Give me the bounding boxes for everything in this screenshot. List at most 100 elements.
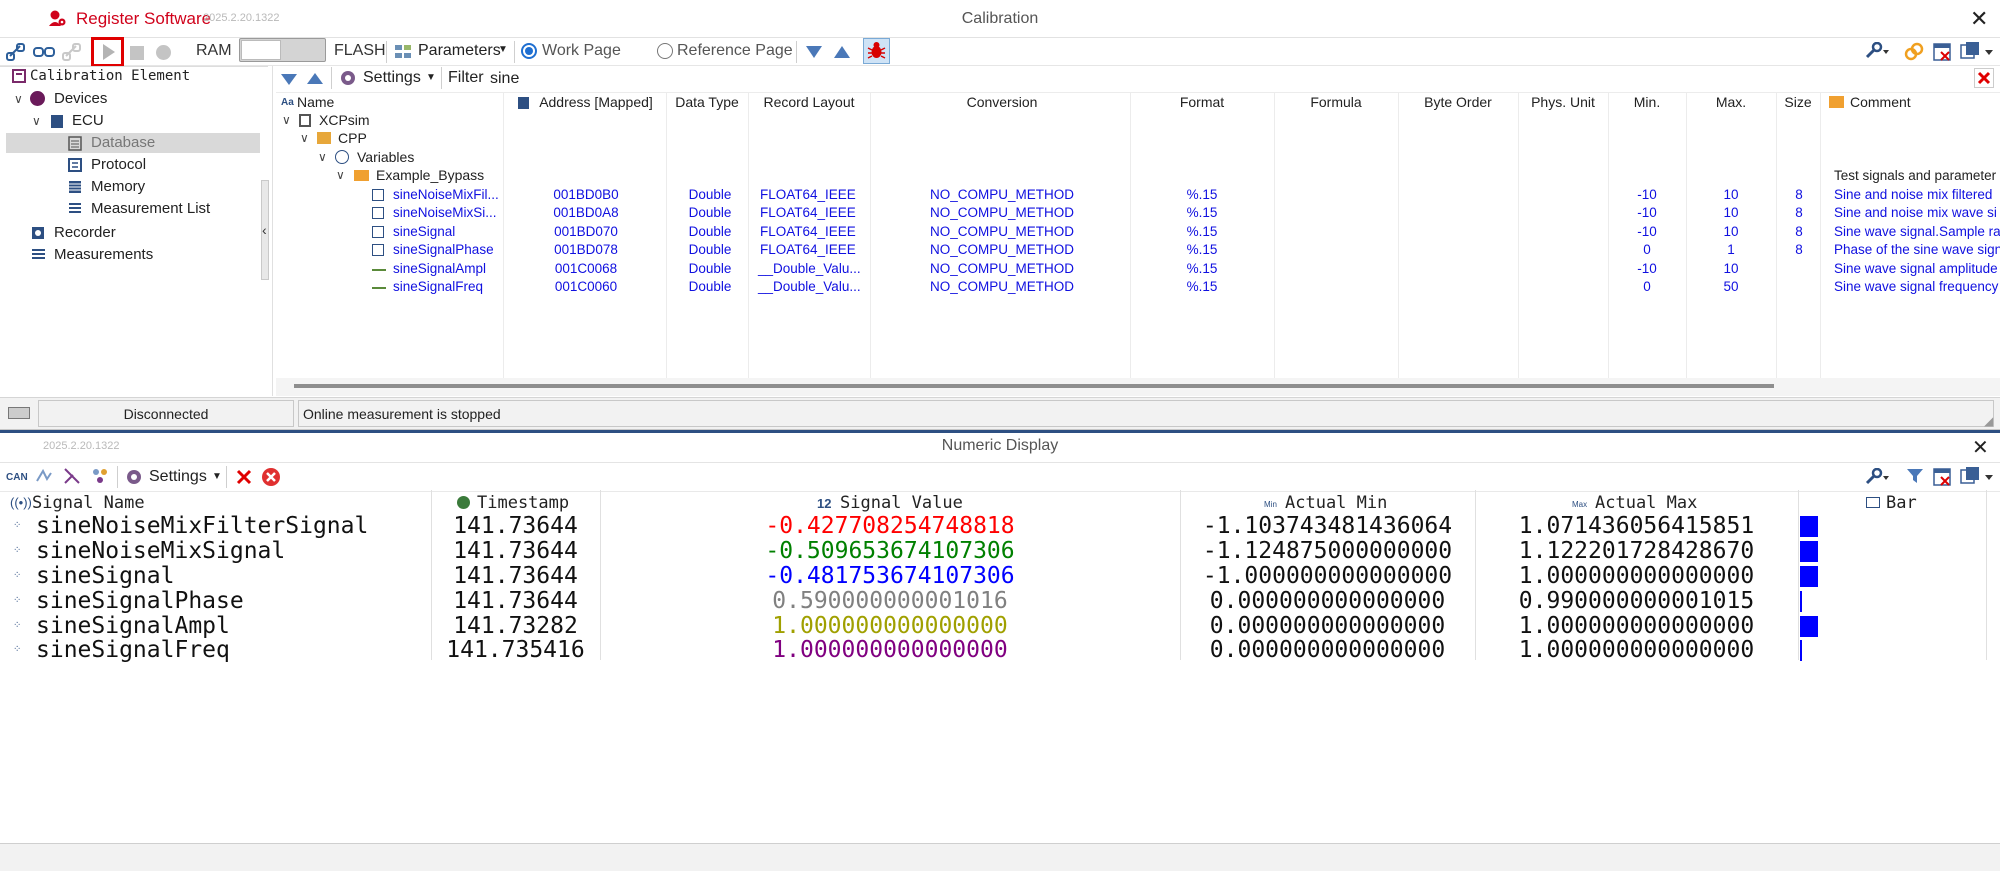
nd-col-header-signal-name[interactable]: Signal Name [32,493,145,513]
col-header-formula[interactable]: Formula [1276,94,1396,110]
reference-page-radio[interactable] [657,43,673,59]
signal-select-icon[interactable] [91,467,109,489]
download-arrow-icon[interactable] [805,45,823,63]
clear-filter-button[interactable] [1974,68,1994,88]
stop-icon[interactable] [130,46,144,60]
nd-col-header-actual-min[interactable]: Actual Min [1285,493,1387,513]
close-panel-icon[interactable] [1932,467,1952,491]
tree-item-memory[interactable]: Memory [91,178,145,195]
col-header-max[interactable]: Max. [1688,94,1774,110]
col-header-byte-order[interactable]: Byte Order [1400,94,1516,110]
col-header-format[interactable]: Format [1132,94,1272,110]
variable-icon [372,207,384,219]
disconnect-icon[interactable] [62,42,82,66]
col-header-conversion[interactable]: Conversion [872,94,1132,110]
nd-col-header-signal-value[interactable]: Signal Value [840,493,963,513]
chevron-down-icon[interactable]: ∨ [318,150,327,164]
work-page-radio[interactable] [521,43,537,59]
nd-signal-name[interactable]: sineNoiseMixSignal [36,539,285,563]
ram-flash-toggle[interactable] [239,38,326,62]
nd-signal-name[interactable]: sineNoiseMixFilterSignal [36,514,368,538]
move-down-icon[interactable] [280,73,298,90]
debug-button[interactable] [863,38,890,64]
signal-edit-icon[interactable] [63,467,81,489]
nd-actual-min: 0.000000000000000 [1209,613,1446,639]
start-measurement-button[interactable] [91,37,124,67]
nd-signal-name[interactable]: sineSignalPhase [36,589,244,613]
cell-name[interactable]: sineSignalPhase [393,242,494,257]
filter-icon[interactable] [1906,467,1924,489]
panel-divider[interactable] [272,66,273,396]
grid-horizontal-scrollbar[interactable] [294,384,1774,388]
move-up-icon[interactable] [306,72,324,89]
tree-item-ecu[interactable]: ECU [72,112,104,129]
collapse-panel-icon[interactable]: ‹ [262,222,267,238]
cell-name[interactable]: sineSignalAmpl [393,261,486,276]
col-header-record-layout[interactable]: Record Layout [750,94,868,110]
tree-item-measurement-list[interactable]: Measurement List [91,200,210,217]
nd-col-header-bar[interactable]: Bar [1886,493,1917,513]
tree-item-database[interactable]: Database [91,134,155,151]
cell-name[interactable]: sineNoiseMixFil... [393,187,499,202]
grid-node-example-bypass[interactable]: Example_Bypass [376,167,484,183]
close-window-button[interactable]: ✕ [1970,6,1988,32]
cell-name[interactable]: sineSignalFreq [393,279,483,294]
nd-close-button[interactable]: ✕ [1972,435,1989,460]
can-icon[interactable]: CAN [6,472,28,483]
col-header-comment[interactable]: Comment [1850,94,1911,110]
grid-header-top-border [276,92,2000,93]
grid-node-cpp[interactable]: CPP [338,130,367,146]
gear-icon [127,470,141,484]
tree-item-recorder[interactable]: Recorder [54,224,116,241]
grid-node-variables[interactable]: Variables [357,149,414,165]
chevron-down-icon[interactable]: ∨ [336,168,345,182]
nd-actual-min: -1.000000000000000 [1202,563,1453,589]
record-icon[interactable] [156,45,171,60]
work-page-label: Work Page [542,42,621,59]
window-layout-icon[interactable] [1960,41,1998,65]
chain-link-icon[interactable] [1904,42,1924,66]
col-header-name[interactable]: Name [297,94,334,110]
cell-address: 001C0060 [554,279,618,294]
cell-name[interactable]: sineNoiseMixSi... [393,205,497,220]
col-header-data-type[interactable]: Data Type [668,94,746,110]
grid-settings-dropdown[interactable]: Settings ▼ [339,68,439,90]
nd-window-title: Numeric Display [941,437,1059,454]
col-header-address[interactable]: Address [Mapped] [534,94,658,110]
wrench-icon[interactable] [1864,41,1890,64]
nd-signal-value: 1.000000000000000 [772,613,1008,639]
close-panel-icon[interactable] [1932,42,1952,66]
chevron-down-icon[interactable]: ∨ [282,113,291,127]
col-header-phys-unit[interactable]: Phys. Unit [1520,94,1606,110]
parameters-dropdown[interactable]: Parameters ▼ [394,42,512,64]
tree-item-devices[interactable]: Devices [54,90,107,107]
connect-icon[interactable] [6,42,26,66]
resize-grip-icon[interactable]: ◢ [1984,414,1993,428]
nd-value-bar [1800,640,1802,661]
nd-signal-name[interactable]: sineSignalFreq [36,638,230,662]
nd-signal-name[interactable]: sineSignalAmpl [36,614,230,638]
tree-item-measurements[interactable]: Measurements [54,246,153,263]
chevron-down-icon[interactable]: ∨ [32,114,41,128]
nd-settings-dropdown[interactable]: Settings ▼ [125,466,225,488]
chevron-down-icon[interactable]: ∨ [300,131,309,145]
tree-item-protocol[interactable]: Protocol [91,156,146,173]
grid-node-xcpsim[interactable]: XCPsim [319,112,370,128]
remove-signal-icon[interactable] [235,468,253,490]
nd-col-header-actual-max[interactable]: Actual Max [1595,493,1697,513]
lin-icon[interactable] [35,467,53,489]
upload-arrow-icon[interactable] [833,45,851,63]
remove-all-icon[interactable] [262,468,280,486]
nd-signal-name[interactable]: sineSignal [36,564,174,588]
column-divider [1776,92,1777,378]
nd-col-header-timestamp[interactable]: Timestamp [477,493,569,513]
col-header-size[interactable]: Size [1778,94,1818,110]
column-divider [1398,92,1399,378]
window-layout-icon[interactable] [1960,466,1998,490]
wrench-icon[interactable] [1864,467,1890,490]
chevron-down-icon[interactable]: ∨ [14,92,23,106]
col-header-min[interactable]: Min. [1610,94,1684,110]
cell-name[interactable]: sineSignal [393,224,455,239]
filter-input[interactable] [488,67,1958,90]
link-icon[interactable] [33,42,55,66]
